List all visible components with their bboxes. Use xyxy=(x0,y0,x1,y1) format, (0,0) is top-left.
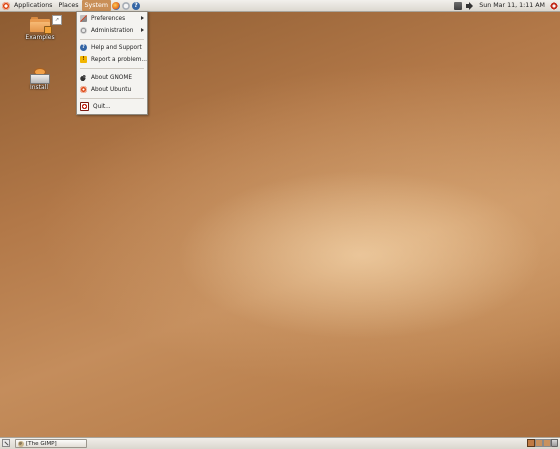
menu-item-about-gnome[interactable]: About GNOME xyxy=(77,72,147,83)
mail-launcher-icon[interactable] xyxy=(121,1,130,10)
administration-icon xyxy=(80,27,87,34)
menu-item-label: About GNOME xyxy=(91,74,133,81)
bottom-panel: [The GIMP] xyxy=(0,437,560,449)
ubuntu-icon xyxy=(80,86,87,93)
taskbar-button-gimp[interactable]: [The GIMP] xyxy=(15,439,87,448)
workspace-3[interactable] xyxy=(543,439,551,447)
preferences-icon xyxy=(80,15,87,22)
menu-item-report-problem[interactable]: ! Report a problem... xyxy=(77,54,147,65)
menu-item-label: About Ubuntu xyxy=(91,86,132,93)
applications-menu[interactable]: Applications xyxy=(11,0,55,11)
workspace-switcher xyxy=(527,439,551,447)
network-icon[interactable] xyxy=(454,1,463,10)
gnome-icon xyxy=(80,74,87,81)
clock[interactable]: Sun Mar 11, 1:11 AM xyxy=(476,2,548,9)
menu-separator xyxy=(80,39,144,40)
bug-icon: ! xyxy=(80,56,87,63)
drive-icon xyxy=(29,68,50,84)
menu-separator xyxy=(80,98,144,99)
symlink-badge-icon: ↗ xyxy=(52,15,62,25)
desktop-icon-label: Install xyxy=(29,84,49,91)
menu-item-help-and-support[interactable]: ? Help and Support xyxy=(77,42,147,53)
system-menu-button[interactable]: System xyxy=(81,0,111,11)
menu-item-quit[interactable]: Quit... xyxy=(77,101,147,112)
menu-item-label: Help and Support xyxy=(91,44,142,51)
help-launcher-icon[interactable]: ? xyxy=(131,1,140,10)
taskbar-button-label: [The GIMP] xyxy=(26,440,57,447)
ubuntu-logo-icon[interactable] xyxy=(2,1,10,10)
volume-icon[interactable] xyxy=(466,1,474,10)
desktop-icon-label: Examples xyxy=(25,34,55,41)
workspace-2[interactable] xyxy=(535,439,543,447)
menu-item-label: Administration xyxy=(91,27,134,34)
menu-item-label: Quit... xyxy=(93,103,111,110)
show-desktop-icon[interactable] xyxy=(2,439,10,447)
menu-item-label: Report a problem... xyxy=(91,56,147,63)
gimp-icon xyxy=(18,440,24,447)
menu-item-about-ubuntu[interactable]: About Ubuntu xyxy=(77,84,147,95)
lock-badge-icon xyxy=(44,26,52,34)
shutdown-icon[interactable] xyxy=(550,1,558,10)
menu-item-administration[interactable]: Administration xyxy=(77,25,147,36)
places-menu[interactable]: Places xyxy=(55,0,81,11)
menu-separator xyxy=(80,68,144,69)
quit-icon xyxy=(80,102,89,111)
help-icon: ? xyxy=(80,44,87,51)
trash-icon[interactable] xyxy=(551,439,558,447)
submenu-arrow-icon xyxy=(141,16,144,20)
notification-area: Sun Mar 11, 1:11 AM xyxy=(452,0,560,11)
system-menu-dropdown: Preferences Administration ? Help and Su… xyxy=(76,11,148,115)
menu-item-preferences[interactable]: Preferences xyxy=(77,13,147,24)
desktop-icon-examples[interactable]: ↗ Examples xyxy=(20,15,62,41)
workspace-1[interactable] xyxy=(527,439,535,447)
desktop-icon-install[interactable]: Install xyxy=(19,68,59,91)
menu-item-label: Preferences xyxy=(91,15,126,22)
folder-icon: ↗ xyxy=(30,15,62,34)
submenu-arrow-icon xyxy=(141,28,144,32)
firefox-launcher-icon[interactable] xyxy=(111,1,120,10)
desktop-background[interactable]: Applications Places System ? Sun Mar 11,… xyxy=(0,0,560,449)
